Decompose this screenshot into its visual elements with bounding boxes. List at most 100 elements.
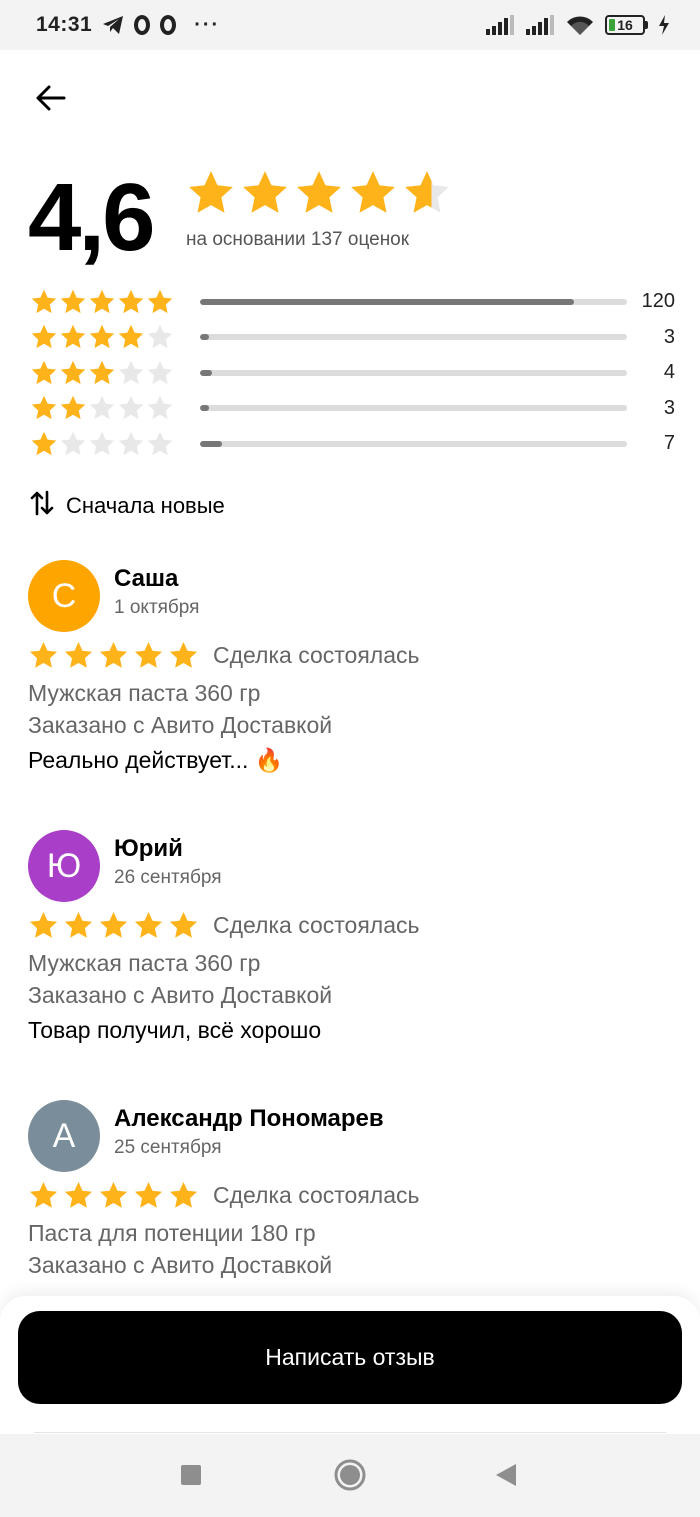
- review-text: Товар получил, всё хорошо: [28, 1017, 322, 1043]
- distribution-bar-fill: [200, 334, 210, 341]
- distribution-stars: [30, 359, 200, 387]
- deal-status: Сделка состоялась: [213, 642, 420, 668]
- distribution-count: 3: [663, 396, 675, 419]
- write-review-button[interactable]: Написать отзыв: [18, 1311, 682, 1404]
- arrow-left-icon: [34, 84, 66, 117]
- battery-level: 16: [617, 17, 633, 33]
- star-icon: [98, 1180, 129, 1211]
- review-date: 26 сентября: [114, 867, 222, 888]
- o-app-icon: [160, 15, 177, 35]
- distribution-stars: [30, 394, 200, 422]
- star-icon: [117, 359, 145, 387]
- review-header: Ю Юрий 26 сентября: [28, 830, 678, 902]
- star-icon: [30, 323, 58, 351]
- nav-divider: [34, 1432, 666, 1433]
- distribution-row: 7: [30, 426, 675, 462]
- review-header: А Александр Пономарев 25 сентября: [28, 1100, 678, 1172]
- star-icon: [117, 430, 145, 458]
- review-stars: [28, 640, 199, 671]
- review-product: Паста для потенции 180 гр: [28, 1220, 316, 1246]
- deal-status: Сделка состоялась: [213, 912, 420, 938]
- distribution-bar-fill: [200, 405, 210, 412]
- rating-stars: [186, 168, 452, 218]
- battery-icon: 16: [605, 15, 648, 35]
- star-icon: [240, 168, 290, 218]
- avatar[interactable]: Ю: [28, 830, 100, 902]
- status-time: 14:31: [36, 13, 93, 36]
- distribution-row: 120: [30, 284, 675, 320]
- review-text: Реально действует... 🔥: [28, 747, 284, 773]
- distribution-stars: [30, 323, 200, 351]
- star-icon: [88, 430, 116, 458]
- signal-icon: [485, 15, 515, 35]
- review-delivery: Заказано с Авито Доставкой: [28, 982, 333, 1008]
- distribution-bar-fill: [200, 298, 575, 305]
- battery-fill: [609, 19, 615, 31]
- home-icon[interactable]: [332, 1458, 368, 1499]
- star-icon: [133, 640, 164, 671]
- review-card: А Александр Пономарев 25 сентября Сделка…: [28, 1100, 678, 1279]
- recent-apps-icon[interactable]: [180, 1458, 202, 1499]
- star-icon: [146, 288, 174, 316]
- telegram-icon: [102, 15, 124, 35]
- distribution-bar-fill: [200, 369, 213, 376]
- status-left: 14:31 ···: [36, 13, 220, 37]
- distribution-bar-fill: [200, 440, 222, 447]
- review-product: Мужская паста 360 гр: [28, 950, 261, 976]
- distribution-row: 3: [30, 320, 675, 356]
- review-product: Мужская паста 360 гр: [28, 680, 261, 706]
- star-icon: [133, 910, 164, 941]
- back-nav-icon[interactable]: [494, 1458, 518, 1499]
- rating-value: 4,6: [28, 164, 155, 271]
- distribution-bar: [200, 334, 627, 341]
- signal-icon: [525, 15, 555, 35]
- star-icon: [168, 1180, 199, 1211]
- distribution-row: 3: [30, 391, 675, 427]
- review-rating: Сделка состоялась: [28, 1180, 678, 1211]
- star-icon: [30, 288, 58, 316]
- reviewer-name[interactable]: Юрий: [114, 835, 222, 863]
- reviewer-name[interactable]: Александр Пономарев: [114, 1105, 384, 1133]
- star-icon: [88, 323, 116, 351]
- star-icon: [88, 359, 116, 387]
- distribution-count: 3: [663, 325, 675, 348]
- back-button[interactable]: [30, 80, 70, 120]
- review-stars: [28, 1180, 199, 1211]
- wifi-icon: [565, 14, 595, 36]
- status-right: 16: [485, 14, 670, 36]
- distribution-row: 4: [30, 355, 675, 391]
- star-icon: [348, 168, 398, 218]
- star-icon: [117, 323, 145, 351]
- reviewer-name[interactable]: Саша: [114, 565, 199, 593]
- avatar[interactable]: А: [28, 1100, 100, 1172]
- deal-status: Сделка состоялась: [213, 1182, 420, 1208]
- system-nav-bar: [0, 1434, 700, 1517]
- avatar[interactable]: С: [28, 560, 100, 632]
- star-icon: [146, 359, 174, 387]
- distribution-bar: [200, 440, 627, 447]
- star-icon: [186, 168, 236, 218]
- star-icon: [98, 910, 129, 941]
- sort-label: Сначала новые: [66, 493, 225, 518]
- review-rating: Сделка состоялась: [28, 640, 678, 671]
- star-icon: [28, 1180, 59, 1211]
- star-icon: [146, 394, 174, 422]
- star-icon: [28, 910, 59, 941]
- star-icon: [63, 910, 94, 941]
- distribution-count: 4: [663, 361, 675, 384]
- star-icon: [146, 323, 174, 351]
- star-icon: [133, 1180, 164, 1211]
- battery-body: 16: [605, 15, 645, 35]
- star-icon: [146, 430, 174, 458]
- star-icon: [59, 430, 87, 458]
- star-icon: [98, 640, 129, 671]
- sort-button[interactable]: Сначала новые: [30, 490, 225, 522]
- battery-tip: [645, 21, 648, 29]
- star-icon: [88, 394, 116, 422]
- review-meta: Саша 1 октября: [114, 560, 199, 619]
- rating-caption: на основании 137 оценок: [186, 229, 410, 250]
- distribution-bar: [200, 298, 627, 305]
- star-icon: [63, 640, 94, 671]
- star-icon: [28, 640, 59, 671]
- distribution-count: 120: [641, 290, 675, 313]
